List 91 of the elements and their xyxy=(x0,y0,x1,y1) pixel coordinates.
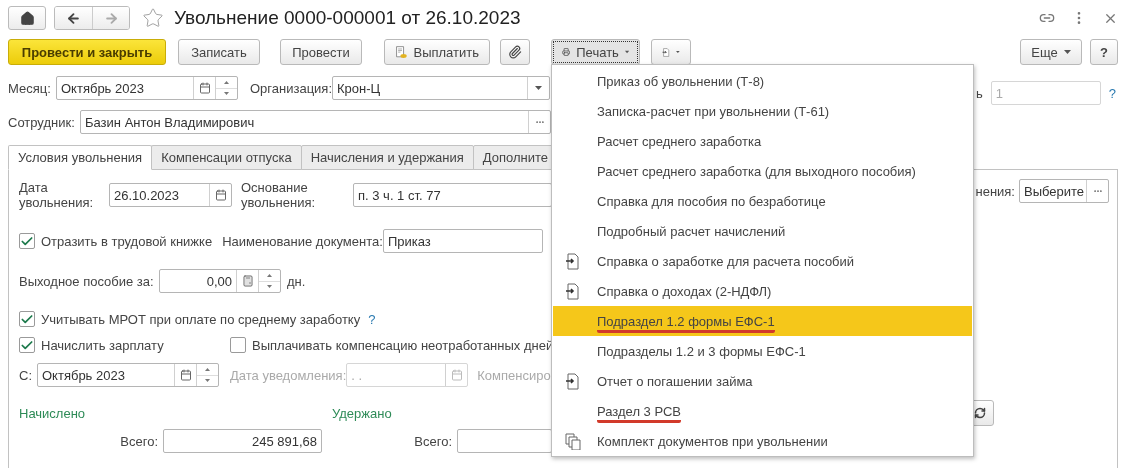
month-label: Месяц: xyxy=(8,80,52,96)
calculator-icon[interactable] xyxy=(241,275,254,287)
printer-icon xyxy=(562,45,571,59)
month-field[interactable]: Октябрь 2023 xyxy=(56,76,238,100)
arrow-left-icon xyxy=(66,10,81,26)
pay-button[interactable]: Выплатить xyxy=(384,39,490,65)
checkbox[interactable]: Отразить в трудовой книжке xyxy=(19,233,213,249)
severance-label: Выходное пособие за: xyxy=(19,273,155,289)
document-arrow-icon xyxy=(565,252,581,270)
checkbox-square[interactable] xyxy=(19,233,35,249)
home-icon xyxy=(19,10,35,26)
up-arrow-icon xyxy=(205,367,210,371)
dismissal-date-field[interactable]: 26.10.2023 xyxy=(109,183,232,207)
window-title: Увольнение 0000-000001 от 26.10.2023 xyxy=(174,7,521,29)
compensation-label-fragment: Компенсиро xyxy=(477,367,551,383)
calendar-icon[interactable] xyxy=(214,189,227,201)
document-arrow-icon xyxy=(565,282,581,300)
employee-field[interactable]: Базин Антон Владимирович xyxy=(80,110,551,134)
down-arrow-icon xyxy=(267,285,272,289)
basis-field[interactable]: п. 3 ч. 1 ст. 77 xyxy=(353,183,552,207)
tab[interactable]: Компенсации отпуска xyxy=(151,145,302,170)
menu-item[interactable]: Справка о доходах (2-НДФЛ) xyxy=(553,276,972,306)
document-name-field[interactable]: Приказ xyxy=(382,229,543,253)
basis-label: Основание увольнения: xyxy=(241,180,317,210)
back-button[interactable] xyxy=(55,7,92,29)
checkbox[interactable]: Начислить зарплату xyxy=(19,337,230,353)
menu-item[interactable]: Записка-расчет при увольнении (Т-61) xyxy=(553,96,972,126)
print-button[interactable]: Печать xyxy=(551,39,640,65)
attach-button[interactable] xyxy=(500,39,530,65)
more-button[interactable]: Еще xyxy=(1020,39,1082,65)
menu-item[interactable]: Справка для пособия по безработице xyxy=(553,186,972,216)
menu-item[interactable]: Справка о заработке для расчета пособий xyxy=(553,246,972,276)
star-icon[interactable] xyxy=(142,7,164,29)
notice-date-label: Дата уведомления: xyxy=(230,367,347,383)
days-label: дн. xyxy=(287,273,306,289)
documents-icon xyxy=(565,432,581,450)
help-button[interactable]: ? xyxy=(1090,39,1118,65)
accrued-total-label: Всего: xyxy=(119,433,159,449)
post-and-close-button[interactable]: Провести и закрыть xyxy=(8,39,166,65)
accrued-total-field[interactable]: 245 891,68 xyxy=(163,429,322,453)
from-label: С: xyxy=(19,367,33,383)
document-name-label: Наименование документа: xyxy=(222,233,383,249)
toolbar-button[interactable]: Провести xyxy=(280,39,362,65)
calendar-icon[interactable] xyxy=(179,369,192,381)
home-button[interactable] xyxy=(8,6,46,30)
document-arrow-icon xyxy=(565,372,581,390)
withheld-heading: Удержано xyxy=(332,405,392,421)
menu-item[interactable]: Приказ об увольнении (Т-8) xyxy=(553,66,972,96)
label-fragment: ь xyxy=(976,85,983,101)
arrow-right-icon xyxy=(103,10,119,26)
caret-icon xyxy=(1063,50,1071,54)
caret-icon xyxy=(624,50,629,54)
menu-item[interactable]: Комплект документов при увольнении xyxy=(553,426,972,456)
menu-item[interactable]: Раздел 3 РСВ xyxy=(553,396,972,426)
toolbar-button[interactable]: Записать xyxy=(178,39,260,65)
spinner-button[interactable] xyxy=(196,364,218,386)
up-arrow-icon xyxy=(224,80,229,84)
withheld-total-field[interactable] xyxy=(457,429,552,453)
reason-label-fragment: нения: xyxy=(975,183,1015,199)
organization-label: Организация: xyxy=(250,80,333,96)
menu-item[interactable]: Подразделы 1.2 и 3 формы ЕФС-1 xyxy=(553,336,972,366)
down-arrow-icon xyxy=(224,92,229,96)
tab[interactable]: Начисления и удержания xyxy=(300,145,474,170)
calendar-icon[interactable] xyxy=(198,82,211,94)
document-coins-icon xyxy=(395,43,408,61)
caret-icon xyxy=(535,86,543,90)
checkbox[interactable]: Учитывать МРОТ при оплате по среднему заработку xyxy=(19,311,361,327)
reason-field[interactable]: Выберите xyxy=(1019,179,1109,203)
spinner-button[interactable] xyxy=(215,77,237,99)
checkbox-square[interactable] xyxy=(19,311,35,327)
checkbox-square[interactable] xyxy=(19,337,35,353)
withheld-total-label: Всего: xyxy=(413,433,453,449)
from-month-field[interactable]: Октябрь 2023 xyxy=(37,363,219,387)
menu-item[interactable]: Подробный расчет начислений xyxy=(553,216,972,246)
tab[interactable]: Условия увольнения xyxy=(8,145,153,170)
employee-label: Сотрудник: xyxy=(8,114,76,130)
help-link[interactable]: ? xyxy=(368,311,376,327)
help-link[interactable]: ? xyxy=(1108,85,1116,101)
accrued-heading: Начислено xyxy=(19,405,87,421)
severance-field[interactable]: 0,00 xyxy=(159,269,281,293)
caret-icon xyxy=(676,50,680,54)
dismissal-date-label: Дата увольнения: xyxy=(19,180,95,210)
down-arrow-icon xyxy=(205,379,210,383)
menu-item[interactable]: Подраздел 1.2 формы ЕФС-1 xyxy=(553,306,972,336)
menu-item[interactable]: Отчет о погашении займа xyxy=(553,366,972,396)
up-arrow-icon xyxy=(267,273,272,277)
organization-field[interactable]: Крон-Ц xyxy=(332,76,551,100)
paperclip-icon xyxy=(508,45,522,59)
refresh-icon xyxy=(974,407,986,419)
checkbox-square[interactable] xyxy=(230,337,246,353)
spinner-button[interactable] xyxy=(258,270,280,292)
